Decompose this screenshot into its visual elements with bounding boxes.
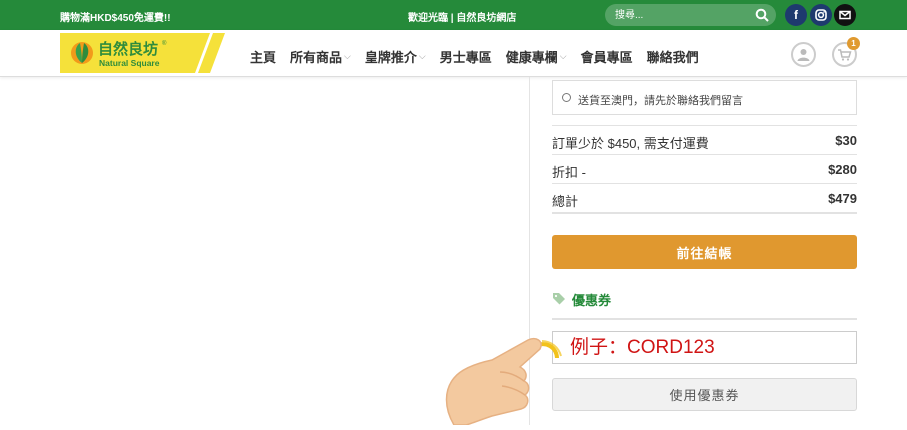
row-label: 總計 [552, 194, 579, 209]
coupon-divider [552, 318, 857, 320]
user-icon [797, 49, 810, 61]
site-header: 自然良坊 ® Natural Square 主頁 所有商品 ⌵ 皇牌推介 ⌵ 男士專… [0, 30, 907, 77]
row-value: $479 [828, 191, 857, 206]
email-icon[interactable] [834, 4, 856, 26]
total-row: 總計 $479 [552, 183, 857, 214]
tag-icon [552, 292, 566, 308]
account-button[interactable] [791, 42, 816, 67]
nav-item-label: 男士專區 [439, 50, 492, 65]
radio-button[interactable] [562, 93, 571, 102]
pointing-hand-icon [440, 330, 565, 426]
row-label: 折扣 - [552, 165, 586, 180]
nav-item-all-products[interactable]: 所有商品 ⌵ [290, 47, 351, 66]
nav-item-label: 主頁 [250, 50, 277, 65]
welcome-text: 歡迎光臨 | 自然良坊網店 [408, 13, 517, 24]
row-value: $280 [828, 162, 857, 177]
chevron-down-icon: ⌵ [418, 51, 426, 61]
checkout-button[interactable]: 前往結帳 [552, 235, 857, 269]
search-box [605, 4, 776, 26]
instagram-icon[interactable] [810, 4, 832, 26]
nav-item-home[interactable]: 主頁 [250, 47, 276, 66]
main-nav: 主頁 所有商品 ⌵ 皇牌推介 ⌵ 男士專區 健康專欄 ⌵ 會員專區 聯絡我們 [250, 47, 713, 66]
search-input[interactable] [605, 4, 755, 26]
shipping-option-label: 送貨至澳門，請先於聯絡我們留言 [578, 95, 743, 107]
nav-item-members[interactable]: 會員專區 [581, 47, 633, 66]
nav-item-health[interactable]: 健康專欄 ⌵ [506, 47, 567, 66]
cart-count-badge: 1 [847, 37, 860, 50]
row-label: 訂單少於 $450, 需支付運費 [552, 136, 709, 151]
free-shipping-promo: 購物滿HKD$450免運費!! [60, 13, 171, 24]
chevron-down-icon: ⌵ [559, 51, 567, 61]
logo-chinese: 自然良坊 [98, 40, 158, 58]
logo-english: Natural Square [99, 58, 160, 68]
facebook-icon[interactable]: f [785, 4, 807, 26]
chevron-down-icon: ⌵ [344, 51, 351, 61]
nav-item-label: 會員專區 [580, 50, 633, 65]
search-icon[interactable] [755, 8, 769, 25]
coupon-heading: 優惠券 [552, 290, 611, 309]
apply-coupon-button[interactable]: 使用優惠券 [552, 378, 857, 411]
discount-row: 折扣 - $280 [552, 154, 857, 183]
row-value: $30 [835, 133, 857, 148]
logo-reg-mark: ® [162, 40, 167, 47]
shipping-fee-row: 訂單少於 $450, 需支付運費 $30 [552, 125, 857, 154]
site-logo[interactable]: 自然良坊 ® Natural Square [60, 33, 225, 73]
nav-item-label: 皇牌推介 [364, 50, 417, 65]
nav-item-label: 健康專欄 [505, 50, 558, 65]
coupon-heading-text: 優惠券 [572, 293, 612, 308]
top-bar: 購物滿HKD$450免運費!! 歡迎光臨 | 自然良坊網店 f [0, 0, 907, 30]
nav-item-label: 聯絡我們 [646, 50, 699, 65]
coupon-code-input[interactable] [552, 331, 857, 364]
nav-item-label: 所有商品 [290, 50, 343, 65]
shipping-option-macau[interactable]: 送貨至澳門，請先於聯絡我們留言 [552, 80, 857, 115]
nav-item-men[interactable]: 男士專區 [440, 47, 492, 66]
nav-item-contact[interactable]: 聯絡我們 [647, 47, 699, 66]
nav-item-recommended[interactable]: 皇牌推介 ⌵ [365, 47, 426, 66]
